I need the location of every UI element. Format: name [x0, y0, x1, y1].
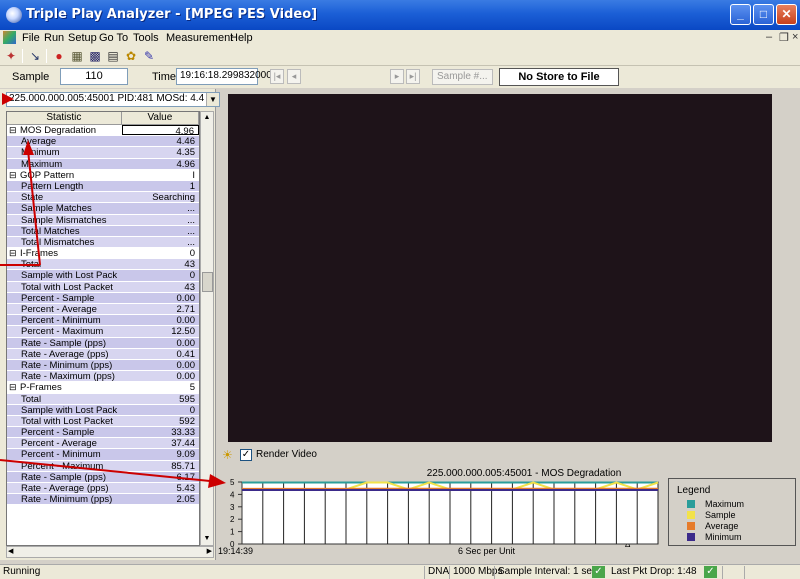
sample-hash-button[interactable]: Sample #...: [432, 69, 493, 85]
annotation-arrows-right: [0, 140, 226, 488]
y-tick-label: 5: [230, 478, 235, 487]
legend-swatch: [687, 511, 695, 519]
close-button[interactable]: ✕: [776, 4, 797, 25]
x-axis-label: 6 Sec per Unit: [458, 546, 516, 556]
y-tick-label: 1: [230, 528, 235, 537]
horizontal-scrollbar[interactable]: ◀ ▶: [6, 546, 214, 558]
maximize-button[interactable]: □: [753, 4, 774, 25]
legend-swatch: [687, 522, 695, 530]
legend-title: Legend: [677, 485, 711, 496]
scroll-right-icon[interactable]: ▶: [207, 547, 212, 555]
x-start-label: 19:14:39: [218, 546, 253, 556]
arrow-head-chart: [208, 474, 226, 488]
last-sample-button[interactable]: ▸|: [406, 69, 420, 84]
menu-help[interactable]: Help: [230, 32, 253, 44]
legend-label: Maximum: [705, 499, 745, 509]
status-panel-empty: [744, 566, 764, 579]
prev-sample-button[interactable]: ◂: [287, 69, 301, 84]
scroll-down-icon[interactable]: ▼: [201, 533, 213, 545]
render-video-label: Render Video: [256, 449, 317, 460]
y-tick-label: 2: [230, 515, 235, 524]
y-tick-label: 3: [230, 503, 235, 512]
status-panel-empty: [722, 566, 742, 579]
mdi-close-icon[interactable]: ×: [792, 31, 798, 43]
status-interval: Sample Interval: 1 sec: [494, 566, 597, 579]
chart-legend: Legend Maximum Sample Average Minimum: [668, 478, 796, 546]
legend-label: Minimum: [705, 532, 742, 542]
status-running: Running: [3, 566, 41, 577]
store-status: No Store to File: [499, 68, 619, 86]
video-render-area: [228, 94, 772, 442]
drop-check-icon: ✓: [592, 566, 605, 578]
arrow-line-chart: [0, 459, 221, 483]
legend-swatch: [687, 500, 695, 508]
render-video-checkbox[interactable]: ✓: [240, 449, 252, 461]
status-bar: Running DNA 1000 Mbps Sample Interval: 1…: [0, 564, 800, 579]
mdi-restore-icon[interactable]: ❐: [779, 31, 789, 44]
arrow-head-mos: [23, 140, 34, 155]
arrow-line-mos: [27, 149, 41, 266]
legend-label: Average: [705, 521, 739, 531]
status-ok-icon: ✓: [704, 566, 717, 578]
status-last-drop: Last Pkt Drop: 1:48: [611, 566, 697, 577]
legend-label: Sample: [705, 510, 736, 520]
y-tick-label: 0: [230, 540, 235, 549]
mdi-minimize-icon[interactable]: –: [766, 31, 772, 43]
next-sample-button[interactable]: ▸: [390, 69, 404, 84]
chart-title: 225.000.000.005:45001 - MOS Degradation: [427, 468, 622, 479]
status-dna: DNA: [424, 566, 449, 579]
minimize-button[interactable]: _: [730, 4, 751, 25]
scroll-left-icon[interactable]: ◀: [8, 547, 13, 555]
y-tick-label: 4: [230, 490, 235, 499]
legend-swatch: [687, 533, 695, 541]
first-sample-button[interactable]: |◂: [270, 69, 284, 84]
